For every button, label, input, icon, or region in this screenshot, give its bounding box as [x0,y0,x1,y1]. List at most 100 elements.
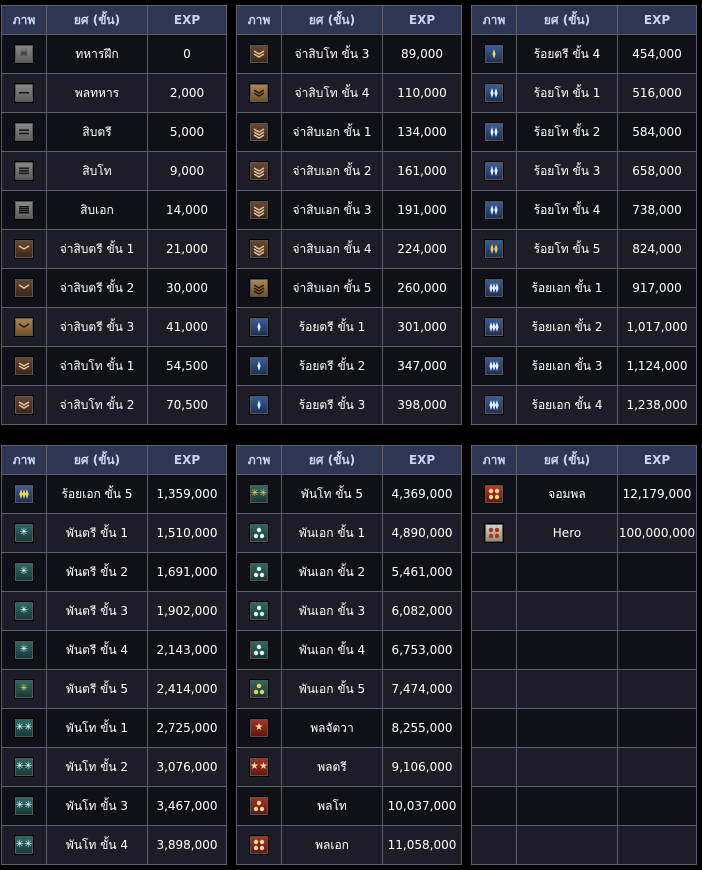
exp-cell [618,553,696,592]
double-chevron-icon [249,44,269,64]
rank-name-cell [517,748,618,787]
exp-cell: 30,000 [148,269,226,308]
rank-name-cell: ร้อยโท ขั้น 4 [517,191,618,230]
table-row: จ่าสิบตรี ขั้น 1 21,000 [2,230,226,269]
exp-cell: 11,058,000 [383,826,461,864]
header-rank: ยศ (ขั้น) [282,446,383,475]
exp-cell: 1,359,000 [148,475,226,514]
header-image: ภาพ [237,6,282,35]
rank-name-cell: จ่าสิบโท ขั้น 4 [282,74,383,113]
rank-image-cell [237,347,282,386]
rank-table-2: ภาพ ยศ (ขั้น) EXP จ่าสิบโท ขั้น 3 89,000 จ่าส… [236,5,462,425]
header-image: ภาพ [237,446,282,475]
rank-name-cell: จอมพล [517,475,618,514]
table-row: ✳✳ พันโท ขั้น 1 2,725,000 [2,709,226,748]
header-image: ภาพ [2,446,47,475]
table-row: ✳✳ พันโท ขั้น 2 3,076,000 [2,748,226,787]
exp-cell: 134,000 [383,113,461,152]
table-row: ✳ พันตรี ขั้น 1 1,510,000 [2,514,226,553]
rank-image-cell: ✳✳ [2,709,47,748]
rank-name-cell: ร้อยเอก ขั้น 3 [517,347,618,386]
rank-table-6: ภาพ ยศ (ขั้น) EXP จอมพล 12,179,000 Hero 100,00… [471,445,697,865]
four-bar-icon [14,200,34,220]
triple-chevron-icon [249,161,269,181]
rank-name-cell: จ่าสิบตรี ขั้น 1 [47,230,148,269]
exp-cell [618,670,696,709]
header-image: ภาพ [472,6,517,35]
rank-image-cell: ✳✳ [237,475,282,514]
rank-name-cell: ร้อยเอก ขั้น 2 [517,308,618,347]
triple-chevron-icon [249,239,269,259]
exp-cell: 301,000 [383,308,461,347]
rank-name-cell: พันตรี ขั้น 1 [47,514,148,553]
rank-name-cell [517,670,618,709]
icon-glyph: ✳ [19,527,29,538]
icon-glyph: ✳✳ [15,800,33,811]
header-rank: ยศ (ขั้น) [282,6,383,35]
double-star-icon: ✳✳ [14,718,34,738]
rank-image-cell [2,475,47,514]
header-rank: ยศ (ขั้น) [517,6,618,35]
header-exp: EXP [618,446,696,475]
double-star-icon: ✳✳ [14,796,34,816]
exp-cell: 2,725,000 [148,709,226,748]
double-arrow-icon [484,200,504,220]
star-icon: ✳ [14,679,34,699]
rank-name-cell: จ่าสิบเอก ขั้น 1 [282,113,383,152]
rank-name-cell: พันตรี ขั้น 5 [47,670,148,709]
table-row: ร้อยเอก ขั้น 2 1,017,000 [472,308,696,347]
rank-image-cell [472,152,517,191]
rank-name-cell: ร้อยตรี ขั้น 1 [282,308,383,347]
triple-arrow-icon [14,484,34,504]
rank-image-cell [237,269,282,308]
rank-image-cell: ✳✳ [2,787,47,826]
triple-star-icon [249,523,269,543]
exp-cell: 398,000 [383,386,461,424]
rank-name-cell: พันโท ขั้น 2 [47,748,148,787]
rank-image-cell [237,230,282,269]
table-row: พันเอก ขั้น 5 7,474,000 [237,670,461,709]
two-bar-icon [14,122,34,142]
table-header-row: ภาพ ยศ (ขั้น) EXP [2,446,226,475]
exp-cell [618,709,696,748]
table-header-row: ภาพ ยศ (ขั้น) EXP [472,446,696,475]
rank-table-1: ภาพ ยศ (ขั้น) EXP ☠ ทหารฝึก 0 พลทหาร 2,000 สิบตร… [1,5,227,425]
rank-image-cell [2,269,47,308]
general-four-star-icon [249,835,269,855]
table-row [472,553,696,592]
table-row: พลโท 10,037,000 [237,787,461,826]
double-star-icon: ✳✳ [249,484,269,504]
header-exp: EXP [148,6,226,35]
rank-image-cell [2,152,47,191]
exp-cell: 7,474,000 [383,670,461,709]
table-row: พันเอก ขั้น 3 6,082,000 [237,592,461,631]
icon-glyph: ★★ [250,761,268,772]
double-arrow-icon [484,239,504,259]
table-row: ร้อยเอก ขั้น 3 1,124,000 [472,347,696,386]
exp-cell: 8,255,000 [383,709,461,748]
icon-glyph: ✳✳ [250,488,268,499]
rank-image-cell [2,74,47,113]
rank-name-cell: พันตรี ขั้น 4 [47,631,148,670]
rank-image-cell [237,113,282,152]
table-row: ร้อยเอก ขั้น 4 1,238,000 [472,386,696,424]
exp-cell: 100,000,000 [618,514,696,553]
icon-glyph: ✳✳ [15,761,33,772]
exp-cell: 1,017,000 [618,308,696,347]
single-arrow-icon [249,356,269,376]
rank-image-cell [237,386,282,424]
table-row: จอมพล 12,179,000 [472,475,696,514]
exp-cell: 1,238,000 [618,386,696,424]
exp-cell: 70,500 [148,386,226,424]
triple-chevron-icon [249,278,269,298]
single-arrow-icon [249,395,269,415]
rank-name-cell: ร้อยโท ขั้น 5 [517,230,618,269]
rank-image-cell [237,152,282,191]
icon-glyph: ★ [254,722,264,733]
chevron-icon [14,317,34,337]
exp-cell [618,826,696,864]
exp-cell [618,592,696,631]
rank-image-cell [472,748,517,787]
table-row: พลทหาร 2,000 [2,74,226,113]
rank-image-cell [237,592,282,631]
